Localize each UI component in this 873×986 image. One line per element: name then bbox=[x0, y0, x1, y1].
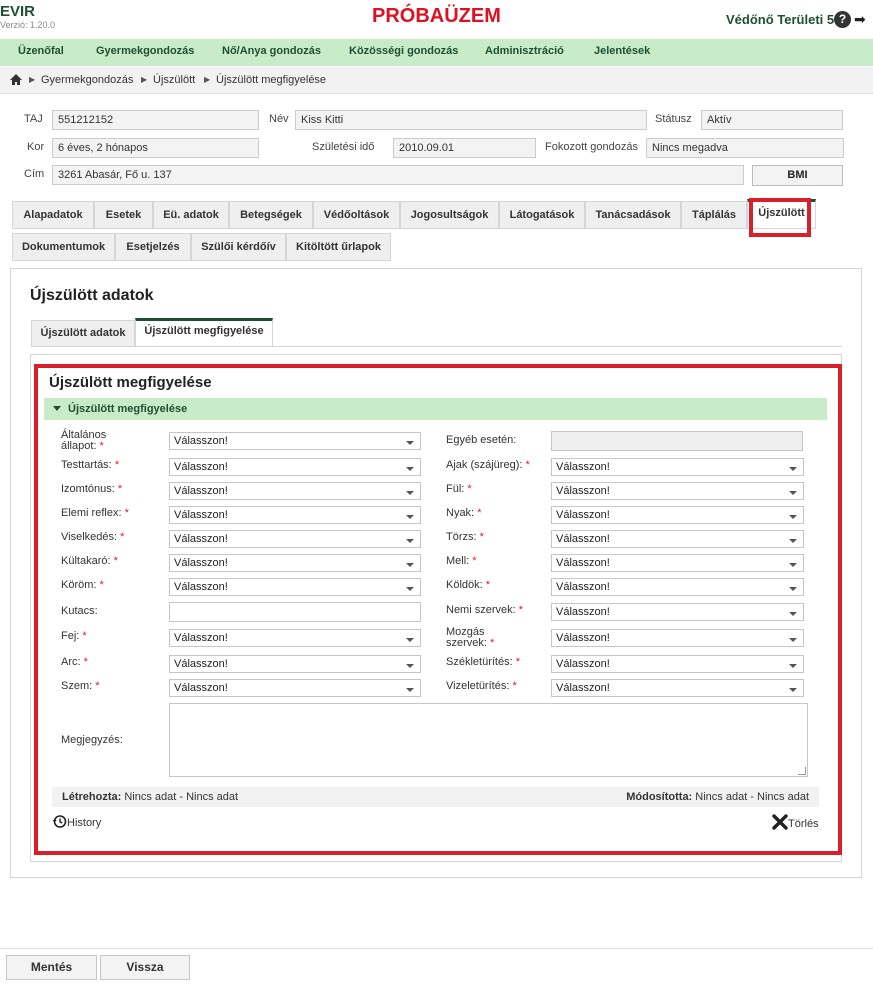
nav-item-jelentesek[interactable]: Jelentések bbox=[594, 45, 650, 57]
tab-vedooltasok[interactable]: Védőoltások bbox=[313, 201, 400, 229]
section-title: Újszülött adatok bbox=[30, 287, 154, 304]
main-nav: Üzenőfal Gyermekgondozás Nő/Anya gondozá… bbox=[0, 39, 873, 66]
home-icon[interactable] bbox=[9, 73, 23, 86]
environment-banner: PRÓBAÜZEM bbox=[372, 5, 501, 27]
nav-item-adminisztracio[interactable]: Adminisztráció bbox=[485, 45, 564, 57]
app-title: EVIR bbox=[0, 3, 36, 20]
back-button[interactable]: Vissza bbox=[100, 955, 190, 980]
tab-szuloi-kerdoiv[interactable]: Szülői kérdőív bbox=[191, 233, 286, 261]
szuletesi-ido-label: Születési idő bbox=[312, 141, 375, 153]
kor-label: Kor bbox=[27, 141, 45, 153]
tab-latogatasok[interactable]: Látogatások bbox=[499, 201, 585, 229]
kor-field: 6 éves, 2 hónapos bbox=[52, 138, 259, 158]
statusz-label: Státusz bbox=[655, 113, 692, 125]
fokozott-gondozas-label: Fokozott gondozás bbox=[545, 141, 638, 153]
subtab-ujszulott-adatok[interactable]: Újszülött adatok bbox=[31, 320, 135, 347]
breadcrumb-item-ujszulott[interactable]: Újszülött bbox=[153, 74, 195, 86]
taj-label: TAJ bbox=[24, 113, 43, 125]
nev-label: Név bbox=[269, 113, 289, 125]
nev-field: Kiss Kitti bbox=[295, 110, 647, 130]
breadcrumb: ▶ Gyermekgondozás ▶ Újszülött ▶ Újszülöt… bbox=[0, 67, 873, 94]
taj-field: 551212152 bbox=[52, 110, 259, 130]
subtab-divider bbox=[31, 346, 842, 347]
tab-tanacsadasok[interactable]: Tanácsadások bbox=[585, 201, 681, 229]
tab-dokumentumok[interactable]: Dokumentumok bbox=[12, 233, 115, 261]
fokozott-gondozas-field: Nincs megadva bbox=[646, 138, 844, 158]
user-name[interactable]: Védőnő Területi 5 bbox=[726, 12, 834, 27]
tab-eu-adatok[interactable]: Eü. adatok bbox=[153, 201, 229, 229]
bmi-button[interactable]: BMI bbox=[752, 165, 843, 186]
tab-kitoltott-urlapok[interactable]: Kitöltött űrlapok bbox=[286, 233, 391, 261]
statusz-field: Aktív bbox=[701, 110, 843, 130]
tab-alapadatok[interactable]: Alapadatok bbox=[12, 201, 94, 229]
help-icon[interactable]: ? bbox=[834, 11, 851, 28]
highlight-box-tab bbox=[749, 198, 811, 237]
tab-jogosultsagok[interactable]: Jogosultságok bbox=[400, 201, 499, 229]
tab-esetek[interactable]: Esetek bbox=[94, 201, 153, 229]
tab-taplalas[interactable]: Táplálás bbox=[681, 201, 747, 229]
nav-item-gyermekgondozas[interactable]: Gyermekgondozás bbox=[96, 45, 194, 57]
nav-item-kozossegi-gondozas[interactable]: Közösségi gondozás bbox=[349, 45, 458, 57]
tab-esetjelzes[interactable]: Esetjelzés bbox=[115, 233, 191, 261]
app-header: EVIR Verzió: 1.20.0 PRÓBAÜZEM Védőnő Ter… bbox=[0, 0, 873, 38]
highlight-box-form bbox=[34, 364, 842, 855]
logout-icon[interactable]: ➡ bbox=[854, 11, 868, 28]
nav-item-no-anya-gondozas[interactable]: Nő/Anya gondozás bbox=[222, 45, 321, 57]
save-button[interactable]: Mentés bbox=[6, 955, 97, 980]
cim-label: Cím bbox=[24, 168, 45, 180]
subtab-ujszulott-megfigyelese[interactable]: Újszülött megfigyelése bbox=[135, 318, 273, 347]
tab-betegsegek[interactable]: Betegségek bbox=[229, 201, 313, 229]
nav-item-uzenofal[interactable]: Üzenőfal bbox=[18, 45, 64, 57]
szuletesi-ido-field: 2010.09.01 bbox=[393, 138, 536, 158]
breadcrumb-separator-icon: ▶ bbox=[141, 75, 148, 84]
app-version: Verzió: 1.20.0 bbox=[0, 20, 56, 30]
breadcrumb-item-gyermekgondozas[interactable]: Gyermekgondozás bbox=[41, 74, 133, 86]
breadcrumb-separator-icon: ▶ bbox=[29, 75, 36, 84]
cim-field: 3261 Abasár, Fő u. 137 bbox=[52, 165, 744, 185]
breadcrumb-item-current: Újszülött megfigyelése bbox=[216, 74, 327, 86]
breadcrumb-separator-icon: ▶ bbox=[204, 75, 211, 84]
footer-divider bbox=[0, 948, 873, 949]
